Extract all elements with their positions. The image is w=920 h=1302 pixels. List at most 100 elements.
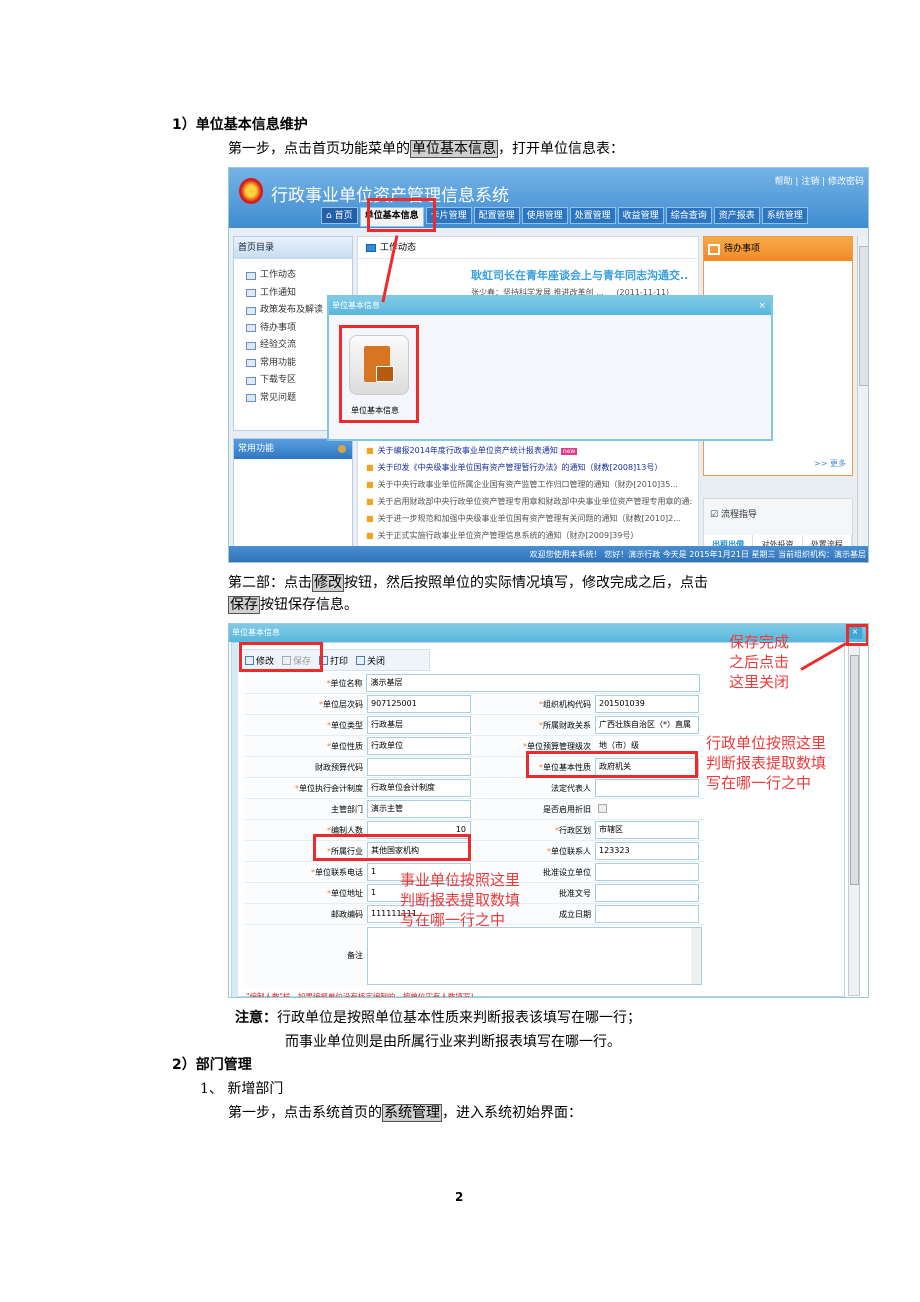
list-icon [246,394,256,403]
accounting-label: 单位执行会计制度 [244,778,367,798]
step1-prefix: 第一步，点击首页功能菜单的 [228,141,410,157]
textarea-scrollbar[interactable] [691,928,701,984]
notice-text: 关于启用财政部中央行政单位资产管理专用章和财政部中央事业单位资产管理专用章的通: [377,497,693,506]
depreciation-checkbox[interactable] [595,799,607,819]
directory-item-label: 下载专区 [260,375,297,385]
form-body: 修改 保存 打印 关闭 单位名称 演示基层 单位层次码 907125001 组织… [231,642,845,997]
monitor-icon [366,243,376,252]
print-button[interactable]: 打印 [319,654,348,667]
checkbox-icon [598,804,607,813]
gear-icon[interactable] [338,445,346,453]
notice-item[interactable]: ■ 关于印发《中央级事业单位国有资产管理暂行办法》的通知（财教[2008]13号） [366,459,692,476]
step3-highlight: 系统管理 [382,1104,442,1122]
notice-item[interactable]: ■ 关于进一步规范和加强中央级事业单位国有资产管理有关问题的通知（财教[2010]… [366,510,692,527]
directory-item-label: 常见问题 [260,392,297,403]
address-label: 单位地址 [244,883,367,903]
notice-text: 关于进一步规范和加强中央级事业单位国有资产管理有关问题的通知（财教[2010]2… [377,514,681,523]
finance-rel-field[interactable]: 广西壮族自治区（*）直属 [595,716,699,734]
annotation-line: 行政单位按照这里 [706,734,827,752]
step2-suffix: 按钮保存信息。 [260,597,358,613]
step2-prefix: 第二部：点击 [228,575,312,591]
annotation-public: 事业单位按照这里 判断报表提取数填 写在哪一行之中 [400,870,520,930]
approver-field[interactable] [595,863,699,881]
region-field[interactable]: 市辖区 [595,821,699,839]
unit-code-field[interactable]: 907125001 [367,695,471,713]
top-links[interactable]: 帮助 | 注销 | 修改密码 [774,174,864,187]
legal-rep-field[interactable] [595,779,699,797]
annotation-line: 写在哪一行之中 [400,911,506,929]
notice-item[interactable]: ■ 关于正式实施行政事业单位资产管理信息系统的通知（财办[2009]39号） [366,527,692,544]
founded-field[interactable] [595,905,699,923]
nav-tab-system[interactable]: 系统管理 [761,207,808,224]
step3-prefix: 第一步，点击系统首页的 [228,1105,382,1121]
common-functions-panel: 常用功能 [233,438,353,558]
nav-tab-query[interactable]: 综合查询 [665,207,712,224]
directory-item[interactable]: 工作动态 [234,267,352,285]
close-label: 关闭 [367,656,386,667]
notice-text: 关于中央行政事业单位所属企业国有资产监管工作归口管理的通知（财办[2010]35… [377,480,678,489]
calendar-icon [708,243,720,255]
step3-paragraph: 第一步，点击系统首页的 系统管理 ，进入系统初始界面： [228,1102,582,1122]
bullet-icon: ■ [366,497,374,506]
annotation-line: 之后点击 [729,653,790,671]
accounting-field[interactable]: 行政单位会计制度 [367,779,471,797]
nav-tab-reports[interactable]: 资产报表 [713,207,760,224]
org-code-field[interactable]: 201501039 [595,695,699,713]
notice-item[interactable]: ■ 关于启用财政部中央行政单位资产管理专用章和财政部中央事业单位资产管理专用章的通… [366,493,692,510]
form-scrollbar[interactable] [848,644,860,996]
exit-icon [356,655,366,665]
highlight-box [526,751,698,778]
list-icon [246,289,256,298]
form-row: 单位执行会计制度 行政单位会计制度 法定代表人 [244,778,704,799]
close-icon[interactable]: × [758,297,766,315]
side-collapse-bar[interactable] [232,643,238,997]
directory-item-label: 工作动态 [260,270,297,280]
list-icon [246,271,256,280]
more-link[interactable]: >> 更多 [814,458,846,469]
note-line: 而事业单位则是由所属行业来判断报表填写在哪一行。 [285,1034,621,1050]
bullet-icon: ■ [366,514,374,523]
page-scrollbar[interactable] [857,236,868,556]
close-button[interactable]: 关闭 [356,654,385,667]
legal-rep-label: 法定代表人 [475,778,595,798]
status-bar: 欢迎您使用本系统！ 您好！演示行政 今天是 2015年1月21日 星期三 当前组… [229,546,868,562]
scrollbar-thumb[interactable] [859,246,868,386]
supervisor-field[interactable]: 演示主管 [367,800,471,818]
annotation-line: 保存完成 [729,633,790,651]
region-label: 行政区划 [475,820,595,840]
step2-mid: 按钮，然后按照单位的实际情况填写，修改完成之后，点击 [344,575,708,591]
scrollbar-thumb[interactable] [850,655,859,885]
nav-tab-income[interactable]: 收益管理 [617,207,664,224]
nav-tab-home[interactable]: ⌂ 首页 [321,207,358,224]
highlight-box [339,325,419,423]
notice-item[interactable]: ■ 关于编报2014年度行政事业单位资产统计报表通知 new [366,442,692,459]
unit-info-dialog: 单位基本信息 × 单位基本信息 [327,295,773,441]
nav-tab-config[interactable]: 配置管理 [473,207,520,224]
remarks-textarea[interactable] [367,927,702,985]
news-headline[interactable]: 耿虹司长在青年座谈会上与青年同志沟通交.. [471,267,688,283]
directory-item-label: 政策发布及解读 [260,305,324,315]
form-row: 备注 [244,925,704,987]
step2-highlight-save: 保存 [228,596,260,614]
approval-no-field[interactable] [595,884,699,902]
highlight-box [846,624,868,646]
screenshot-home: 行政事业单位资产管理信息系统 帮助 | 注销 | 修改密码 ⌂ 首页 单位基本信… [228,167,869,563]
annotation-admin: 行政单位按照这里 判断报表提取数填 写在哪一行之中 [706,733,826,793]
nav-tab-usage[interactable]: 使用管理 [521,207,568,224]
contact-field[interactable]: 123323 [595,842,699,860]
nav-tab-disposal[interactable]: 处置管理 [569,207,616,224]
annotation-line: 事业单位按照这里 [400,871,521,889]
list-icon [246,306,256,315]
unit-nature-field[interactable]: 行政单位 [367,737,471,755]
unit-name-field[interactable]: 演示基层 [366,674,700,692]
directory-item-label: 经验交流 [260,340,297,350]
sub1-title: 1、 新增部门 [200,1081,284,1097]
highlight-box [313,834,471,861]
page-number: 2 [455,1190,464,1204]
unit-type-field[interactable]: 行政基层 [367,716,471,734]
budget-code-field[interactable] [367,758,471,776]
notice-item[interactable]: ■ 关于中央行政事业单位所属企业国有资产监管工作归口管理的通知（财办[2010]3… [366,476,692,493]
bullet-icon: ■ [366,463,374,472]
annotation-line: 这里关闭 [729,673,790,691]
annotation-line: 判断报表提取数填 [706,754,827,772]
